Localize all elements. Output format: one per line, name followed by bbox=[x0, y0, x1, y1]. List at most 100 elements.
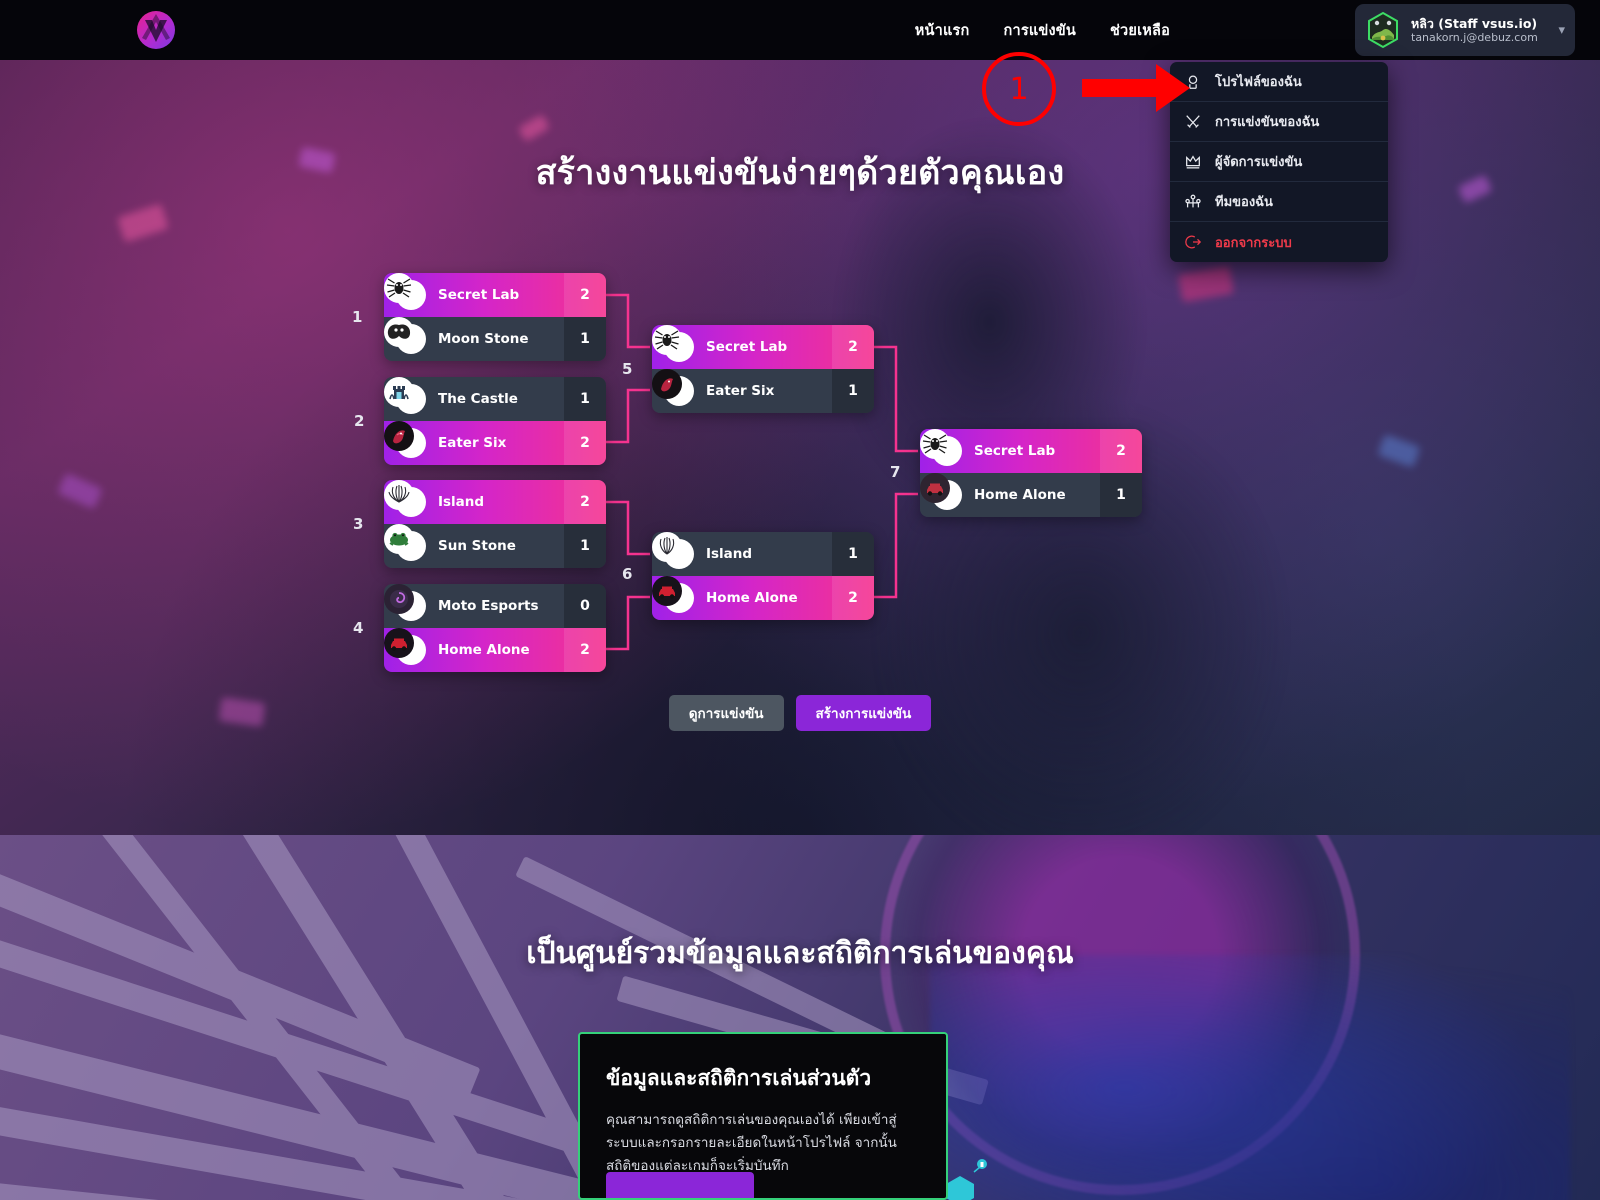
nav-links: หน้าแรก การแข่งขัน ช่วยเหลือ bbox=[915, 0, 1170, 60]
match-card[interactable]: Secret Lab 2 Home Alone 1 bbox=[920, 429, 1142, 517]
dropdown-item-organizer[interactable]: ผู้จัดการแข่งขัน bbox=[1170, 142, 1388, 182]
nav-link-tournaments[interactable]: การแข่งขัน bbox=[1004, 19, 1076, 42]
team-score: 2 bbox=[564, 480, 606, 524]
castle-crest-icon bbox=[384, 377, 426, 414]
dropdown-item-label: โปรไฟล์ของฉัน bbox=[1215, 75, 1302, 90]
match-number-2: 2 bbox=[354, 412, 365, 430]
bracket-row[interactable]: Home Alone 2 bbox=[384, 628, 606, 672]
chevron-down-icon[interactable]: ▾ bbox=[1558, 23, 1565, 38]
match-card[interactable]: Island 1 Home Alone 2 bbox=[652, 532, 874, 620]
personal-stats-card: ข้อมูลและสถิติการเล่นส่วนตัว คุณสามารถดู… bbox=[578, 1032, 948, 1200]
bracket-row[interactable]: Secret Lab 2 bbox=[384, 273, 606, 317]
team-score: 1 bbox=[564, 524, 606, 568]
user-meta: หลิว (Staff vsus.io) tanakorn.j@debuz.co… bbox=[1411, 16, 1549, 45]
team-name: Secret Lab bbox=[438, 287, 520, 303]
card-title: ข้อมูลและสถิติการเล่นส่วนตัว bbox=[606, 1066, 872, 1090]
team-name: Secret Lab bbox=[974, 443, 1056, 459]
team-name: Island bbox=[438, 494, 485, 510]
page-root: สร้างงานแข่งขันง่ายๆด้วยตัวคุณเอง 1 2 3 bbox=[0, 0, 1600, 1200]
car-crest-icon bbox=[920, 473, 962, 510]
card-body: คุณสามารถดูสถิติการเล่นของคุณเองได้ เพีย… bbox=[606, 1112, 897, 1174]
team-score: 1 bbox=[832, 369, 874, 413]
nav-link-help[interactable]: ช่วยเหลือ bbox=[1110, 19, 1170, 42]
dropdown-item-my-teams[interactable]: ทีมของฉัน bbox=[1170, 182, 1388, 222]
team-score: 1 bbox=[564, 377, 606, 421]
bracket-row[interactable]: Moto Esports 0 bbox=[384, 584, 606, 628]
bracket-row[interactable]: Secret Lab 2 bbox=[920, 429, 1142, 473]
crown-icon bbox=[1186, 154, 1200, 168]
user-dropdown-menu: โปรไฟล์ของฉัน การแข่งขันของฉัน ผู้จัดการ… bbox=[1170, 62, 1388, 262]
logout-icon bbox=[1185, 235, 1202, 249]
team-name: Island bbox=[706, 546, 753, 562]
team-score: 2 bbox=[564, 273, 606, 317]
nav-link-home[interactable]: หน้าแรก bbox=[915, 19, 970, 42]
people-group-icon bbox=[1185, 194, 1201, 207]
spiral-crest-icon bbox=[384, 584, 426, 621]
bracket-row[interactable]: Island 1 bbox=[652, 532, 874, 576]
spider-crest-icon bbox=[652, 325, 694, 362]
match-number-1: 1 bbox=[352, 308, 363, 326]
team-name: Home Alone bbox=[438, 642, 530, 658]
avatar bbox=[1364, 11, 1402, 49]
car-crest-icon bbox=[384, 628, 426, 665]
bracket-row[interactable]: The Castle 1 bbox=[384, 377, 606, 421]
bracket-row[interactable]: Moon Stone 1 bbox=[384, 317, 606, 361]
team-score: 1 bbox=[1100, 473, 1142, 517]
dropdown-item-label: การแข่งขันของฉัน bbox=[1215, 115, 1320, 130]
moth-crest-icon bbox=[384, 317, 426, 354]
hero-actions: ดูการแข่งขัน สร้างการแข่งขัน bbox=[0, 695, 1600, 731]
team-score: 0 bbox=[564, 584, 606, 628]
spider-crest-icon bbox=[920, 429, 962, 466]
bracket-row[interactable]: Secret Lab 2 bbox=[652, 325, 874, 369]
dropdown-item-label: ออกจากระบบ bbox=[1215, 235, 1292, 251]
bracket-row[interactable]: Island 2 bbox=[384, 480, 606, 524]
team-score: 2 bbox=[832, 576, 874, 620]
dragon-crest-icon bbox=[384, 421, 426, 458]
create-tournament-button[interactable]: สร้างการแข่งขัน bbox=[795, 695, 932, 731]
team-score: 2 bbox=[1100, 429, 1142, 473]
team-score: 1 bbox=[564, 317, 606, 361]
match-number-6: 6 bbox=[622, 565, 633, 583]
card-cta-button[interactable] bbox=[606, 1172, 754, 1198]
match-card[interactable]: The Castle 1 Eater Six 2 bbox=[384, 377, 606, 465]
bracket-row[interactable]: Sun Stone 1 bbox=[384, 524, 606, 568]
match-card[interactable]: Island 2 Sun Stone 1 bbox=[384, 480, 606, 568]
dragon-crest-icon bbox=[652, 369, 694, 406]
dropdown-item-label: ทีมของฉัน bbox=[1215, 195, 1273, 210]
bracket-row[interactable]: Home Alone 1 bbox=[920, 473, 1142, 517]
match-card[interactable]: Secret Lab 2 Eater Six 1 bbox=[652, 325, 874, 413]
island-crest-icon bbox=[384, 480, 426, 517]
team-name: Moon Stone bbox=[438, 331, 529, 347]
match-number-7: 7 bbox=[890, 463, 901, 481]
team-name: Sun Stone bbox=[438, 538, 516, 554]
team-name: The Castle bbox=[438, 391, 518, 407]
team-name: Home Alone bbox=[706, 590, 798, 606]
island-crest-icon bbox=[652, 532, 694, 569]
top-navigation-bar: หน้าแรก การแข่งขัน ช่วยเหลือ หลิว (Staff… bbox=[0, 0, 1600, 60]
car-crest-icon bbox=[652, 576, 694, 613]
dropdown-item-logout[interactable]: ออกจากระบบ bbox=[1170, 222, 1388, 262]
dropdown-item-my-tournaments[interactable]: การแข่งขันของฉัน bbox=[1170, 102, 1388, 142]
match-card[interactable]: Moto Esports 0 Home Alone 2 bbox=[384, 584, 606, 672]
dropdown-item-my-profile[interactable]: โปรไฟล์ของฉัน bbox=[1170, 62, 1388, 102]
view-tournaments-button[interactable]: ดูการแข่งขัน bbox=[668, 695, 784, 731]
team-score: 1 bbox=[832, 532, 874, 576]
match-card[interactable]: Secret Lab 2 Moon Stone 1 bbox=[384, 273, 606, 361]
team-name: Eater Six bbox=[438, 435, 507, 451]
team-name: Secret Lab bbox=[706, 339, 788, 355]
bracket-row[interactable]: Eater Six 2 bbox=[384, 421, 606, 465]
user-email: tanakorn.j@debuz.com bbox=[1411, 30, 1538, 44]
user-menu-trigger[interactable]: หลิว (Staff vsus.io) tanakorn.j@debuz.co… bbox=[1355, 4, 1575, 56]
annotation-step-circle: 1 bbox=[982, 52, 1056, 126]
vsus-logo-icon[interactable] bbox=[130, 6, 182, 54]
team-score: 2 bbox=[564, 421, 606, 465]
stats-section-title: เป็นศูนย์รวมข้อมูลและสถิติการเล่นของคุณ bbox=[526, 936, 1074, 971]
dropdown-item-label: ผู้จัดการแข่งขัน bbox=[1215, 155, 1303, 170]
match-number-3: 3 bbox=[353, 515, 364, 533]
annotation-arrow-icon bbox=[1082, 64, 1190, 112]
bracket-row[interactable]: Home Alone 2 bbox=[652, 576, 874, 620]
match-number-5: 5 bbox=[622, 360, 633, 378]
annotation-step-number: 1 bbox=[1009, 71, 1029, 107]
bracket-row[interactable]: Eater Six 1 bbox=[652, 369, 874, 413]
crossed-swords-icon bbox=[1186, 114, 1200, 128]
